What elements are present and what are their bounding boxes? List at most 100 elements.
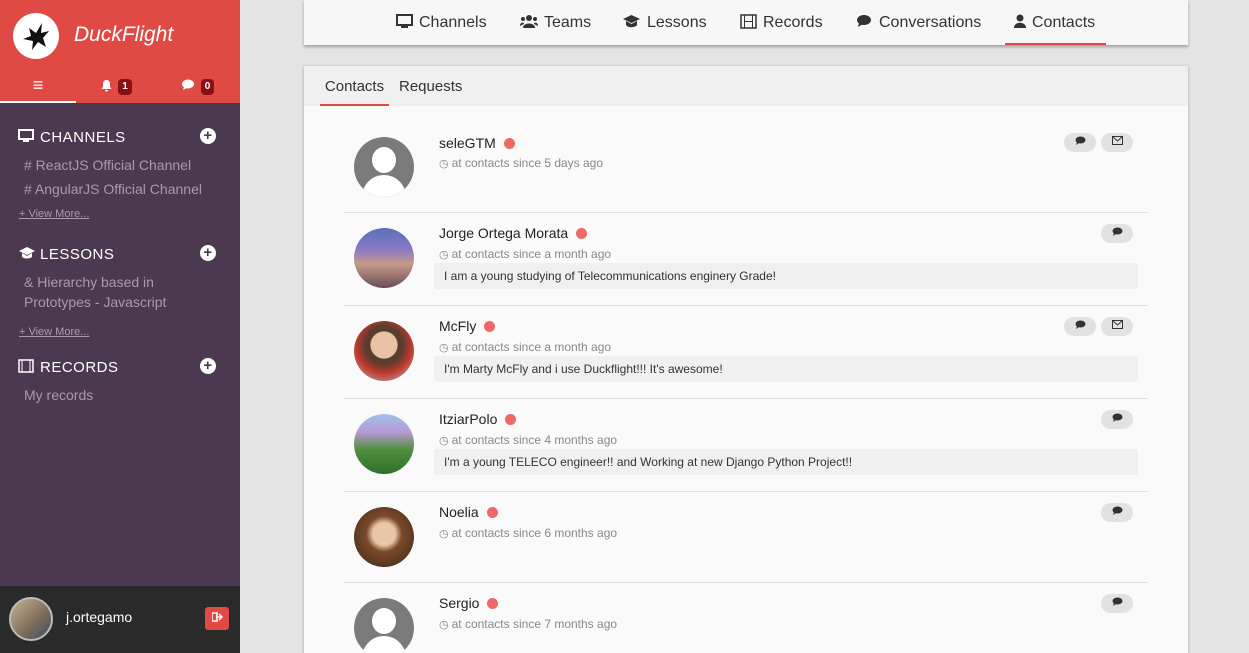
chat-button[interactable] [1101, 410, 1133, 429]
mail-button[interactable] [1101, 133, 1133, 152]
comments-icon [857, 14, 873, 31]
channels-view-more[interactable]: + View More... [19, 208, 240, 220]
contact-row: seleGTM ◷ at contacts since 5 days ago [344, 116, 1148, 213]
avatar[interactable] [9, 597, 53, 641]
envelope-icon [1111, 136, 1123, 148]
contact-name[interactable]: ItziarPolo [439, 411, 517, 427]
tab-requests[interactable]: Requests [399, 78, 462, 106]
monitor-icon [18, 129, 34, 147]
channel-item[interactable]: # ReactJS Official Channel [24, 155, 240, 175]
contact-bio: I'm a young TELECO engineer!! and Workin… [434, 449, 1138, 475]
nav-channels[interactable]: Channels [396, 14, 487, 45]
nav-teams[interactable]: Teams [520, 14, 591, 45]
nav-conversations[interactable]: Conversations [857, 14, 981, 45]
mail-button[interactable] [1101, 317, 1133, 336]
avatar[interactable] [354, 321, 414, 381]
records-title: RECORDS [40, 359, 119, 376]
tab-contacts[interactable]: Contacts [320, 78, 389, 106]
nav-lessons[interactable]: Lessons [622, 14, 707, 45]
film-icon [740, 14, 757, 32]
add-record-icon[interactable]: + [200, 358, 216, 374]
nav-label: Channels [419, 14, 487, 31]
channel-item[interactable]: # AngularJS Official Channel [24, 179, 240, 199]
contact-name[interactable]: Sergio [439, 595, 499, 611]
lessons-view-more[interactable]: + View More... [19, 326, 240, 338]
top-navigation: Channels Teams Lessons Records Conversat… [304, 0, 1188, 45]
clock-icon: ◷ [439, 619, 449, 631]
user-name[interactable]: j.ortegamo [66, 609, 132, 625]
chat-button[interactable] [1101, 594, 1133, 613]
menu-icon: ≡ [32, 75, 44, 95]
notifications-badge: 1 [118, 78, 132, 95]
messages-badge: 0 [200, 78, 215, 95]
nav-contacts[interactable]: Contacts [1005, 14, 1106, 45]
online-status-icon [486, 507, 498, 518]
chat-button[interactable] [1064, 133, 1096, 152]
chat-button[interactable] [1101, 503, 1133, 522]
contact-name[interactable]: Jorge Ortega Morata [439, 225, 588, 241]
contact-row: McFly ◷ at contacts since a month ago I'm… [344, 306, 1148, 399]
contact-since: ◷ at contacts since 5 days ago [439, 156, 604, 170]
sidebar-tabs: ≡ 1 0 [0, 70, 240, 103]
brand-header: DuckFlight ≡ 1 0 [0, 0, 240, 103]
contact-since: ◷ at contacts since 6 months ago [439, 526, 618, 540]
nav-label: Records [763, 14, 823, 31]
sidebar-tab-messages[interactable]: 0 [156, 70, 240, 103]
contact-since: ◷ at contacts since 7 months ago [439, 617, 618, 631]
lesson-item[interactable]: Prototypes - Javascript [24, 292, 240, 312]
nav-label: Conversations [879, 14, 982, 31]
online-status-icon [505, 414, 517, 425]
logout-button[interactable] [205, 607, 229, 630]
comments-icon [1112, 227, 1123, 239]
channels-header: CHANNELS + [0, 126, 240, 150]
graduation-cap-icon [622, 14, 641, 32]
clock-icon: ◷ [439, 342, 449, 354]
contact-name[interactable]: seleGTM [439, 135, 515, 151]
bell-icon [100, 79, 113, 95]
lesson-item[interactable]: & Hierarchy based in [24, 272, 240, 292]
duck-logo-icon[interactable] [13, 13, 59, 59]
monitor-icon [396, 14, 413, 32]
user-icon [1014, 14, 1026, 31]
nav-records[interactable]: Records [740, 14, 823, 45]
film-icon [18, 359, 34, 377]
contact-name[interactable]: Noelia [439, 504, 498, 520]
chat-button[interactable] [1101, 224, 1133, 243]
clock-icon: ◷ [439, 158, 449, 170]
channels-title: CHANNELS [40, 129, 126, 146]
chat-icon [181, 79, 196, 94]
user-bar: j.ortegamo [0, 586, 240, 653]
avatar[interactable] [354, 507, 414, 567]
contact-since: ◷ at contacts since a month ago [439, 247, 612, 261]
nav-label: Contacts [1032, 14, 1096, 31]
online-status-icon [503, 138, 515, 149]
comments-icon [1112, 506, 1123, 518]
lessons-title: LESSONS [40, 246, 115, 263]
avatar[interactable] [354, 414, 414, 474]
app-name[interactable]: DuckFlight [74, 23, 173, 47]
avatar[interactable] [354, 228, 414, 288]
chat-button[interactable] [1064, 317, 1096, 336]
channels-section: CHANNELS + # ReactJS Official Channel # … [0, 126, 240, 220]
sidebar-tab-notifications[interactable]: 1 [76, 70, 156, 103]
add-channel-icon[interactable]: + [200, 128, 216, 144]
sidebar-tab-menu[interactable]: ≡ [0, 70, 76, 103]
avatar[interactable] [354, 598, 414, 653]
contact-row: Jorge Ortega Morata ◷ at contacts since a… [344, 213, 1148, 306]
online-status-icon [484, 321, 496, 332]
comments-icon [1075, 320, 1086, 332]
online-status-icon [487, 598, 499, 609]
contact-since: ◷ at contacts since 4 months ago [439, 433, 618, 447]
online-status-icon [576, 228, 588, 239]
contact-name[interactable]: McFly [439, 318, 496, 334]
contact-row: Sergio ◷ at contacts since 7 months ago [344, 583, 1148, 653]
contact-bio: I am a young studying of Telecommunicati… [434, 263, 1138, 289]
record-item[interactable]: My records [24, 385, 240, 405]
records-header: RECORDS + [0, 356, 240, 380]
comments-icon [1075, 136, 1086, 148]
comments-icon [1112, 597, 1123, 609]
avatar[interactable] [354, 137, 414, 197]
lessons-header: LESSONS + [0, 243, 240, 267]
comments-icon [1112, 413, 1123, 425]
add-lesson-icon[interactable]: + [200, 245, 216, 261]
